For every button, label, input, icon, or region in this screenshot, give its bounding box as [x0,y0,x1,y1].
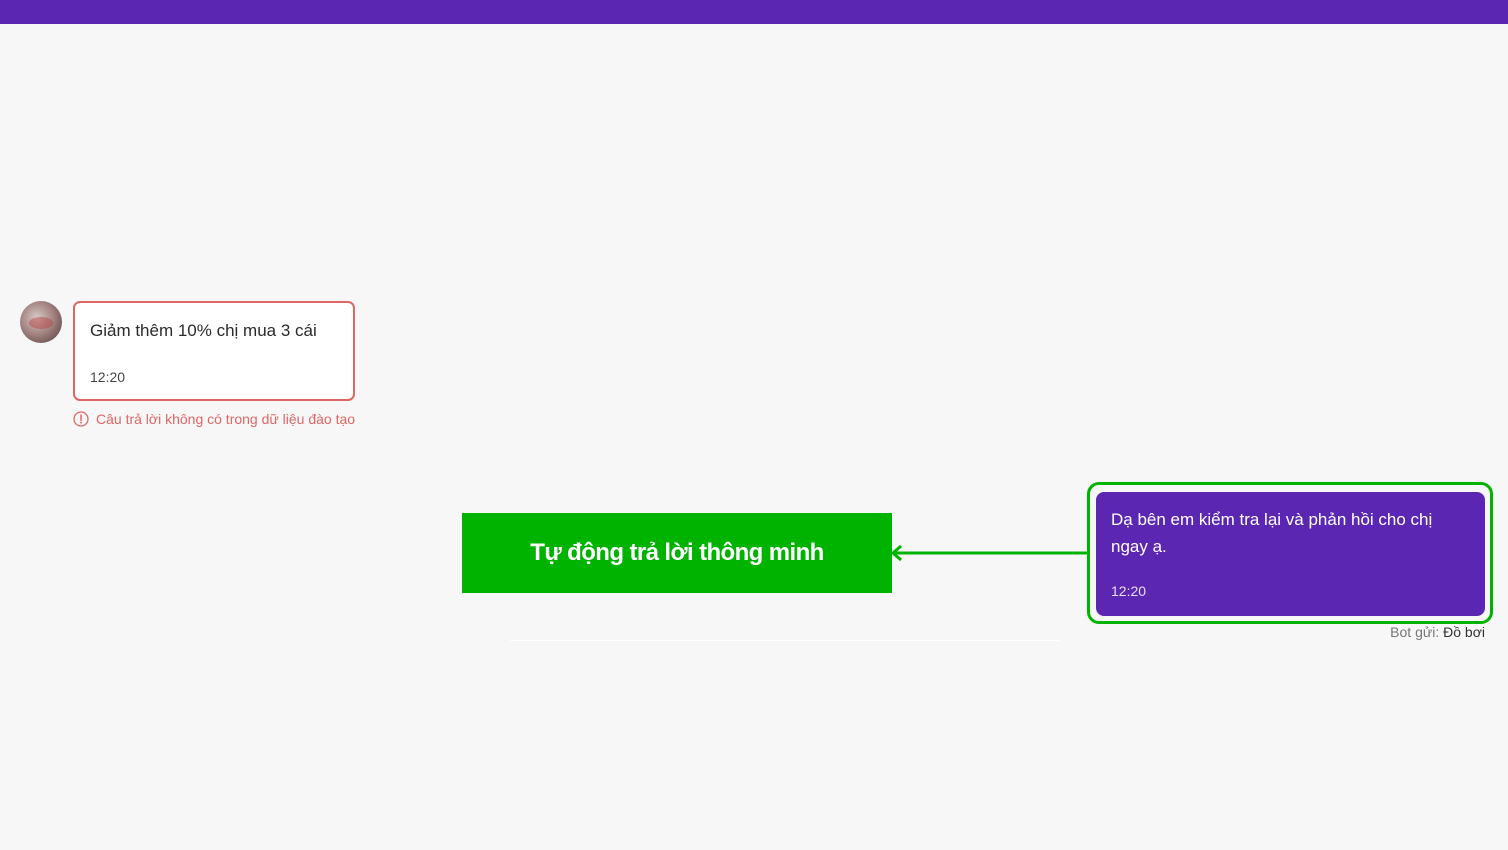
pointer-arrow [890,544,1088,562]
alert-circle-icon [73,411,89,427]
customer-avatar[interactable] [20,301,62,343]
outgoing-message-time: 12:20 [1111,583,1147,599]
outgoing-message-text: Dạ bên em kiểm tra lại và phản hồi cho c… [1111,510,1433,556]
divider-line [510,640,1060,641]
feature-label-text: Tự động trả lời thông minh [530,539,824,566]
sender-name: Đồ bơi [1443,624,1485,640]
incoming-message-text: Giảm thêm 10% chị mua 3 cái [90,321,317,340]
top-bar [0,0,1508,24]
bot-sender-info: Bot gửi: Đồ bơi [1390,624,1485,640]
incoming-message-bubble: Giảm thêm 10% chị mua 3 cái 12:20 [73,301,355,401]
sender-prefix: Bot gửi: [1390,624,1440,640]
warning-text: Câu trả lời không có trong dữ liệu đào t… [96,411,356,427]
feature-label-box: Tự động trả lời thông minh [462,513,892,593]
outgoing-message-bubble: Dạ bên em kiểm tra lại và phản hồi cho c… [1096,492,1485,616]
training-data-warning: Câu trả lời không có trong dữ liệu đào t… [73,410,355,428]
incoming-message-time: 12:20 [90,369,126,385]
